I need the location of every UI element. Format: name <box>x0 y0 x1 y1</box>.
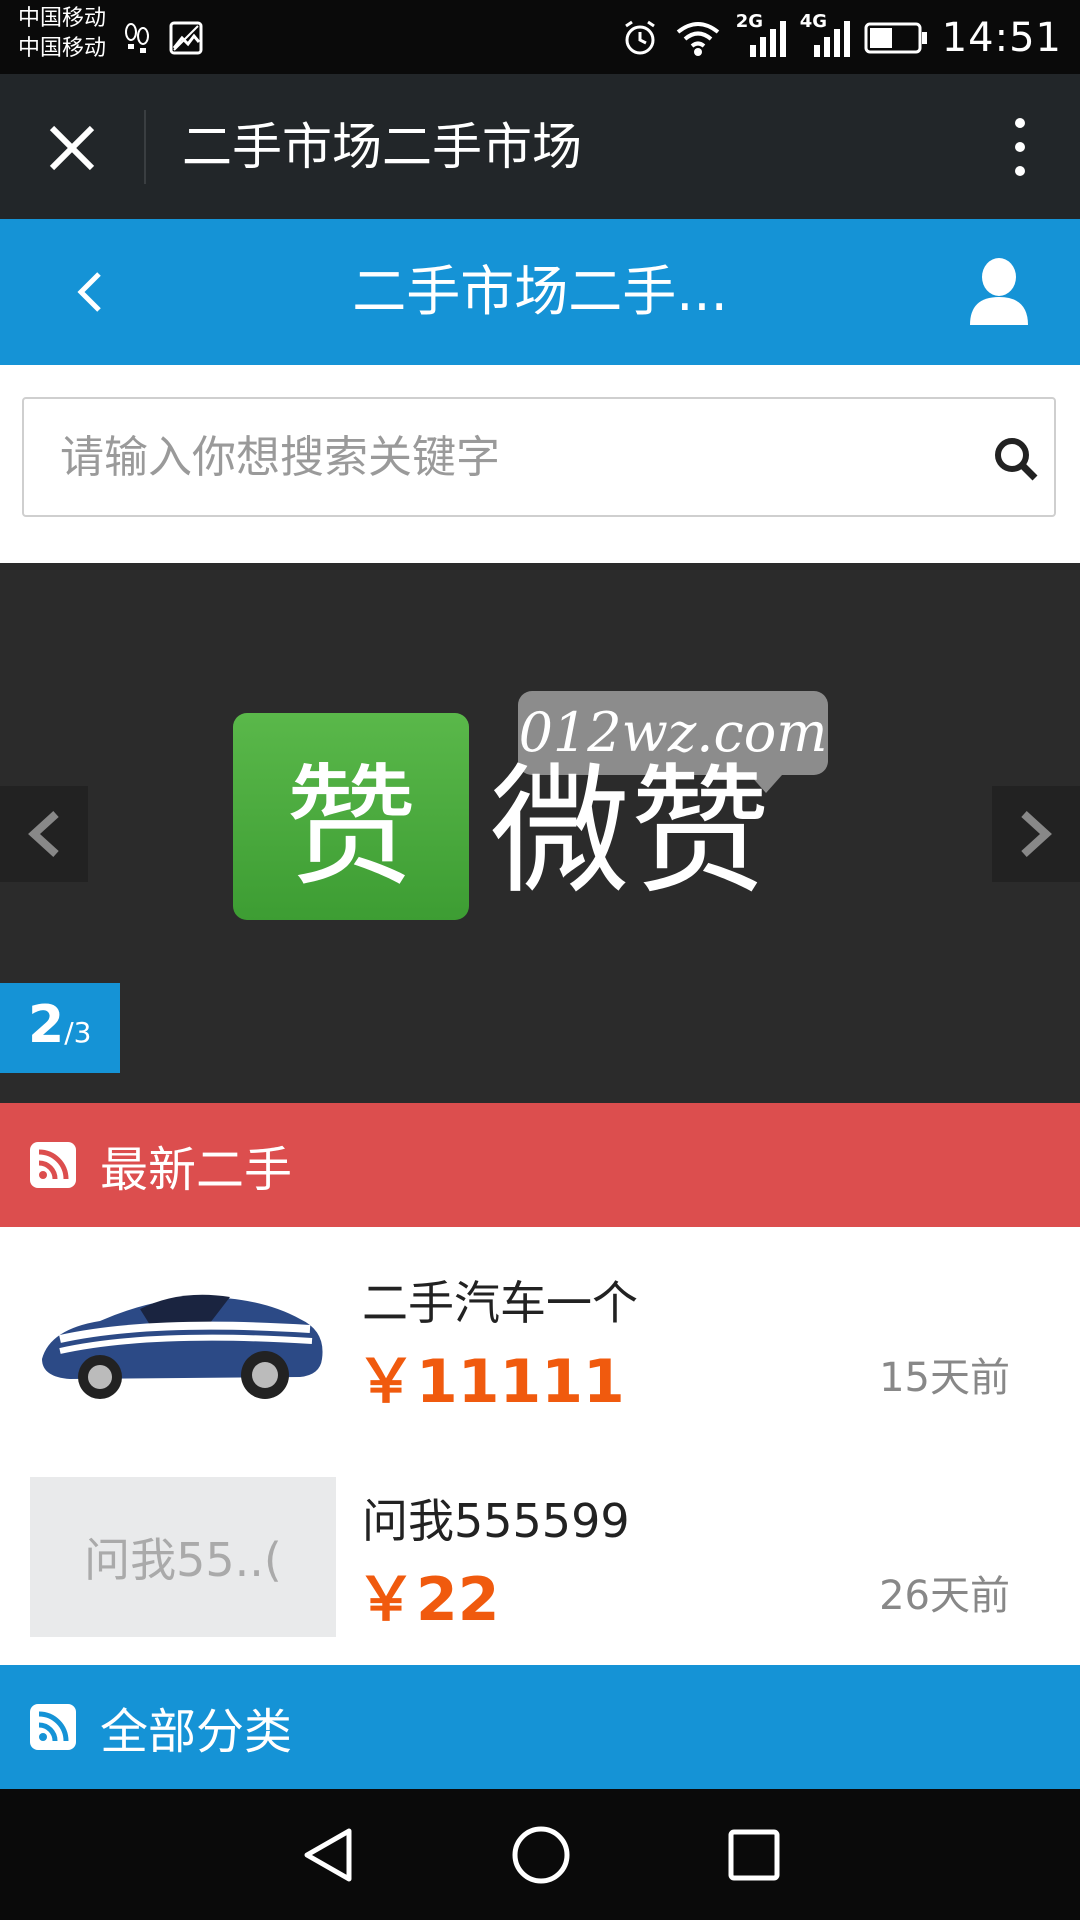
footprint-icon <box>125 23 149 53</box>
android-nav-bar <box>0 1789 1080 1920</box>
banner-total: /3 <box>64 1016 92 1049</box>
wifi-icon <box>676 22 719 56</box>
image-icon <box>169 21 203 55</box>
banner-next-button[interactable] <box>992 786 1080 882</box>
logo-char: 赞 <box>285 751 417 905</box>
rss-icon <box>30 1704 76 1750</box>
signal-icon <box>749 21 786 57</box>
item-time: 15天前 <box>879 1355 1010 1401</box>
section-title: 全部分类 <box>100 1704 293 1760</box>
chevron-right-icon <box>1021 811 1052 857</box>
search-section <box>0 365 1080 563</box>
wechat-title: 二手市场二手市场 <box>182 118 582 176</box>
page-title: 二手市场二手... <box>352 260 728 323</box>
carrier-info: 中国移动 中国移动 <box>18 4 106 64</box>
banner-current-index: 2 <box>28 995 65 1055</box>
app-header: 二手市场二手... <box>0 219 1080 365</box>
car-thumbnail <box>30 1259 336 1419</box>
battery-icon <box>864 22 927 54</box>
list-item[interactable]: 二手汽车一个 ￥11111 15天前 <box>0 1227 1080 1447</box>
section-title: 最新二手 <box>100 1142 293 1198</box>
signal-4g: 4G <box>800 11 850 61</box>
clock: 14:51 <box>941 15 1062 61</box>
status-bar: 中国移动 中国移动 2G 4G 14:51 <box>0 0 1080 74</box>
wechat-header: 二手市场二手市场 <box>0 74 1080 219</box>
signal-icon <box>813 21 850 57</box>
header-divider <box>144 110 146 184</box>
logo-text: 微赞 <box>490 751 771 914</box>
search-box <box>22 397 1056 517</box>
rss-icon <box>30 1142 76 1188</box>
search-icon <box>995 438 1038 481</box>
carrier-1: 中国移动 <box>18 6 107 31</box>
close-button[interactable] <box>40 116 104 180</box>
dot-icon <box>1015 166 1025 176</box>
latest-section-header: 最新二手 <box>0 1103 1080 1227</box>
list-item[interactable]: 问我55..( 问我555599 ￥22 26天前 <box>0 1445 1080 1665</box>
recent-apps-square-icon[interactable] <box>727 1828 781 1882</box>
notification-icons <box>124 20 204 56</box>
item-price: ￥11111 <box>356 1347 625 1417</box>
carrier-2: 中国移动 <box>18 36 107 61</box>
status-right: 2G 4G 14:51 <box>620 8 1062 68</box>
search-input[interactable] <box>60 421 960 493</box>
placeholder-thumbnail: 问我55..( <box>30 1477 336 1637</box>
item-title: 问我555599 <box>362 1494 630 1548</box>
item-time: 26天前 <box>879 1573 1010 1619</box>
search-button[interactable] <box>986 429 1046 489</box>
signal-2g: 2G <box>736 11 786 61</box>
more-menu-button[interactable] <box>1000 114 1040 180</box>
alarm-icon <box>624 20 655 55</box>
chevron-left-icon <box>28 811 59 857</box>
back-triangle-icon[interactable] <box>299 1825 355 1885</box>
item-title: 二手汽车一个 <box>362 1276 638 1330</box>
user-button[interactable] <box>968 257 1030 327</box>
close-icon <box>49 125 95 171</box>
banner-counter: 2 /3 <box>0 983 120 1073</box>
dot-icon <box>1015 118 1025 128</box>
thumbnail-text: 问我55..( <box>84 1533 282 1587</box>
dot-icon <box>1015 142 1025 152</box>
home-circle-icon[interactable] <box>511 1825 571 1885</box>
logo-green-tile: 赞 <box>233 713 469 920</box>
categories-section-header[interactable]: 全部分类 <box>0 1665 1080 1789</box>
user-icon <box>970 258 1028 325</box>
item-price: ￥22 <box>356 1565 500 1635</box>
banner-prev-button[interactable] <box>0 786 88 882</box>
banner-carousel[interactable]: 赞 012wz.com 微赞 2 /3 <box>0 563 1080 1103</box>
